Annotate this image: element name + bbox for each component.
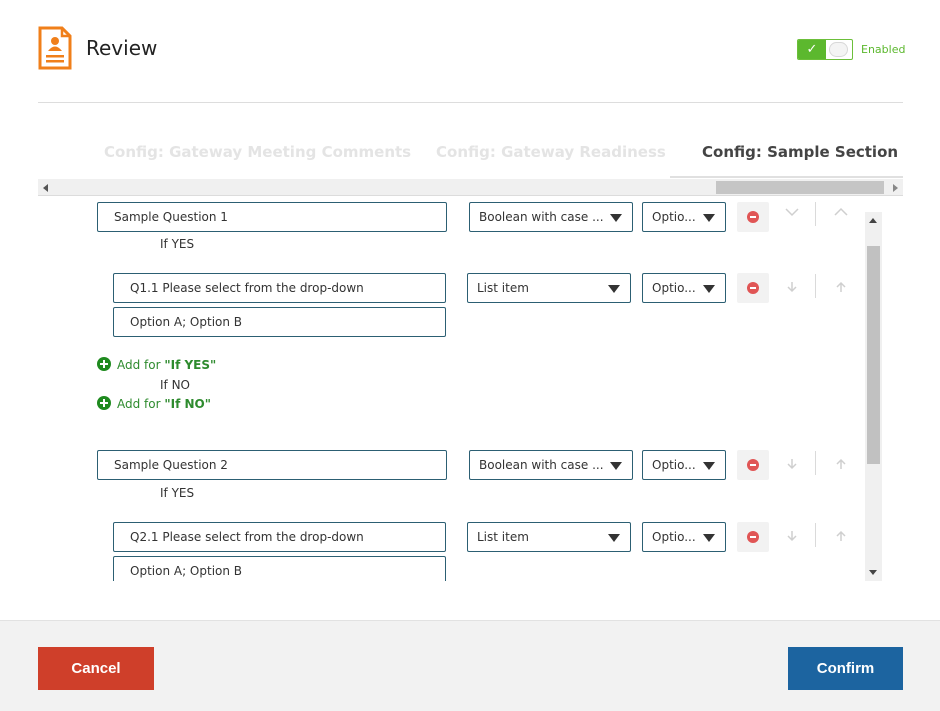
add-if-no-link[interactable]: Add for "If NO" bbox=[97, 396, 211, 412]
minus-circle-icon bbox=[747, 282, 759, 294]
sub-question-type-value: List item bbox=[477, 530, 529, 544]
cancel-button[interactable]: Cancel bbox=[38, 647, 154, 690]
header-divider bbox=[38, 102, 903, 103]
caret-down-icon bbox=[703, 285, 715, 293]
required-value: Optio... bbox=[652, 458, 696, 472]
check-icon: ✓ bbox=[798, 40, 826, 59]
sub-question-required-value: Optio... bbox=[652, 530, 696, 544]
tab-gateway-meeting-comments[interactable]: Config: Gateway Meeting Comments bbox=[104, 143, 411, 161]
move-down-button[interactable] bbox=[782, 200, 802, 224]
question-text-field[interactable]: Sample Question 2 bbox=[97, 450, 447, 480]
chevron-down-icon bbox=[787, 282, 797, 293]
horizontal-scroll-thumb[interactable] bbox=[716, 181, 884, 194]
chevron-up-icon bbox=[836, 458, 846, 469]
vertical-scrollbar[interactable] bbox=[865, 212, 882, 581]
scroll-up-icon[interactable] bbox=[869, 218, 877, 223]
move-down-button[interactable] bbox=[782, 525, 802, 549]
remove-question-button[interactable] bbox=[737, 202, 769, 232]
add-if-yes-link[interactable]: Add for "If YES" bbox=[97, 357, 216, 373]
required-value: Optio... bbox=[652, 210, 696, 224]
divider bbox=[815, 202, 816, 226]
caret-down-icon bbox=[703, 534, 715, 542]
question-list: Sample Question 1 Boolean with case ... … bbox=[38, 198, 903, 581]
minus-circle-icon bbox=[747, 211, 759, 223]
required-select[interactable]: Optio... bbox=[642, 202, 726, 232]
move-down-button[interactable] bbox=[782, 276, 802, 300]
minus-circle-icon bbox=[747, 459, 759, 471]
caret-down-icon bbox=[608, 285, 620, 293]
header: Review ✓ Enabled bbox=[0, 0, 940, 103]
if-no-label: If NO bbox=[160, 378, 190, 392]
chevron-down-icon bbox=[787, 459, 797, 470]
move-up-button[interactable] bbox=[831, 200, 851, 224]
caret-down-icon bbox=[610, 214, 622, 222]
remove-question-button[interactable] bbox=[737, 450, 769, 480]
move-down-button[interactable] bbox=[782, 453, 802, 477]
scroll-right-icon[interactable] bbox=[893, 184, 898, 192]
divider bbox=[815, 523, 816, 547]
vertical-scroll-thumb[interactable] bbox=[867, 246, 880, 464]
sub-question-type-select[interactable]: List item bbox=[467, 273, 631, 303]
minus-circle-icon bbox=[747, 531, 759, 543]
tab-gateway-readiness[interactable]: Config: Gateway Readiness bbox=[436, 143, 666, 161]
confirm-button[interactable]: Confirm bbox=[788, 647, 903, 690]
required-select[interactable]: Optio... bbox=[642, 450, 726, 480]
scroll-down-icon[interactable] bbox=[869, 570, 877, 575]
question-type-value: Boolean with case ... bbox=[479, 210, 604, 224]
divider bbox=[815, 451, 816, 475]
add-if-yes-quote: "If YES" bbox=[164, 358, 217, 372]
chevron-down-icon bbox=[787, 531, 797, 542]
toggle-knob bbox=[829, 42, 848, 57]
active-tab-indicator bbox=[670, 176, 903, 178]
chevron-up-icon bbox=[836, 530, 846, 541]
caret-down-icon bbox=[703, 214, 715, 222]
plus-circle-icon bbox=[97, 357, 111, 371]
remove-sub-question-button[interactable] bbox=[737, 522, 769, 552]
profile-document-icon bbox=[38, 26, 72, 70]
sub-question-type-value: List item bbox=[477, 281, 529, 295]
chevron-up-icon bbox=[836, 281, 846, 292]
plus-circle-icon bbox=[97, 396, 111, 410]
caret-down-icon bbox=[608, 534, 620, 542]
tab-sample-section[interactable]: Config: Sample Section bbox=[702, 143, 898, 161]
sub-question-required-select[interactable]: Optio... bbox=[642, 522, 726, 552]
footer: Cancel Confirm bbox=[0, 620, 940, 711]
question-text-field[interactable]: Sample Question 1 bbox=[97, 202, 447, 232]
if-yes-label: If YES bbox=[160, 237, 195, 251]
chevron-down-icon bbox=[785, 208, 799, 217]
add-if-no-prefix: Add for bbox=[117, 397, 165, 411]
move-up-button[interactable] bbox=[831, 451, 851, 475]
if-yes-label: If YES bbox=[160, 486, 195, 500]
question-type-select[interactable]: Boolean with case ... bbox=[469, 202, 633, 232]
divider bbox=[815, 274, 816, 298]
chevron-up-icon bbox=[834, 207, 848, 216]
sub-question-text-field[interactable]: Q2.1 Please select from the drop-down bbox=[113, 522, 446, 552]
sub-question-required-value: Optio... bbox=[652, 281, 696, 295]
scroll-left-icon[interactable] bbox=[43, 184, 48, 192]
enabled-toggle[interactable]: ✓ bbox=[797, 39, 853, 60]
toggle-state-label: Enabled bbox=[861, 43, 906, 56]
options-field[interactable]: Option A; Option B bbox=[113, 307, 446, 337]
options-field[interactable]: Option A; Option B bbox=[113, 556, 446, 581]
question-type-value: Boolean with case ... bbox=[479, 458, 604, 472]
caret-down-icon bbox=[703, 462, 715, 470]
horizontal-scrollbar[interactable] bbox=[38, 179, 903, 196]
move-up-button[interactable] bbox=[831, 523, 851, 547]
caret-down-icon bbox=[610, 462, 622, 470]
add-if-no-quote: "If NO" bbox=[164, 397, 211, 411]
move-up-button[interactable] bbox=[831, 274, 851, 298]
page-title: Review bbox=[86, 36, 158, 60]
add-if-yes-prefix: Add for bbox=[117, 358, 165, 372]
sub-question-required-select[interactable]: Optio... bbox=[642, 273, 726, 303]
sub-question-text-field[interactable]: Q1.1 Please select from the drop-down bbox=[113, 273, 446, 303]
remove-sub-question-button[interactable] bbox=[737, 273, 769, 303]
question-type-select[interactable]: Boolean with case ... bbox=[469, 450, 633, 480]
sub-question-type-select[interactable]: List item bbox=[467, 522, 631, 552]
